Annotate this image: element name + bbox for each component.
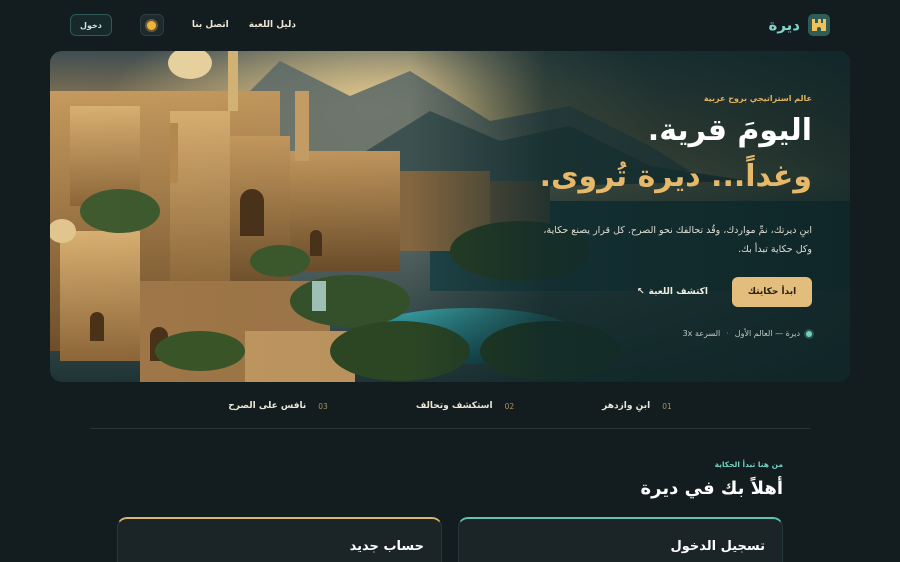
world-name: ديرة — العالم الأول <box>734 329 800 338</box>
world-speed: السرعة 3x <box>682 329 721 338</box>
status-dot-icon <box>806 330 812 337</box>
nav-link-contact[interactable]: اتصل بنا <box>192 20 229 30</box>
step-label: نافس على الصرح <box>228 401 307 411</box>
new-account-card-title: حساب جديد <box>349 539 424 554</box>
hero-banner: عالم استراتيجي بروح عربية اليومَ قرية. و… <box>50 51 850 382</box>
nav-link-game-guide[interactable]: دليل اللعبة <box>249 20 296 30</box>
nav-links: دليل اللعبة اتصل بنا <box>192 20 296 30</box>
sun-icon <box>147 20 157 30</box>
hero-meta: ديرة — العالم الأول · السرعة 3x <box>683 329 812 338</box>
feature-steps: 01 ابنِ وازدهر 02 استكشف وتحالف 03 نافس … <box>90 398 810 414</box>
theme-toggle-button[interactable] <box>139 14 164 36</box>
hero-cta-row: ابدأ حكايتك اكتشف اللعبة ↖ <box>637 277 812 307</box>
discover-game-link[interactable]: اكتشف اللعبة ↖ <box>637 287 708 297</box>
hero-description: ابنِ ديرتك، نمِّ مواردك، وقُد تحالفك نحو… <box>543 225 812 255</box>
welcome-title: أهلاً بك في ديرة <box>640 478 783 499</box>
welcome-eyebrow: من هنا تبدأ الحكاية <box>714 460 783 469</box>
arrow-up-left-icon: ↖ <box>637 287 645 297</box>
new-account-card: حساب جديد <box>117 517 442 562</box>
meta-separator: · <box>726 329 729 338</box>
brand[interactable]: ديرة <box>768 14 830 36</box>
discover-game-label: اكتشف اللعبة <box>648 287 708 297</box>
login-card: تسجيل الدخول <box>458 517 783 562</box>
nav-left-group: دخول دليل اللعبة اتصل بنا <box>70 14 296 36</box>
login-button[interactable]: دخول <box>70 14 112 36</box>
hero-eyebrow: عالم استراتيجي بروح عربية <box>703 94 812 103</box>
step-item: 01 ابنِ وازدهر <box>602 398 672 414</box>
step-label: ابنِ وازدهر <box>602 401 651 411</box>
step-number: 01 <box>662 401 672 411</box>
hero-headline-line1: اليومَ قرية. <box>647 113 812 148</box>
hero-headline-line2: وغداً... ديرة تُروى. <box>539 159 812 194</box>
hero-content: عالم استراتيجي بروح عربية اليومَ قرية. و… <box>512 51 812 382</box>
section-divider <box>90 428 810 429</box>
page: دخول دليل اللعبة اتصل بنا ديرة عالم استر… <box>0 0 900 562</box>
step-item: 02 استكشف وتحالف <box>416 398 514 414</box>
login-card-title: تسجيل الدخول <box>670 539 765 554</box>
start-story-button[interactable]: ابدأ حكايتك <box>732 277 812 307</box>
step-item: 03 نافس على الصرح <box>228 398 328 414</box>
step-number: 02 <box>504 401 515 411</box>
top-navigation: دخول دليل اللعبة اتصل بنا ديرة <box>70 10 830 40</box>
castle-logo-icon <box>808 14 830 36</box>
step-number: 03 <box>318 401 328 411</box>
brand-name: ديرة <box>768 16 800 34</box>
step-label: استكشف وتحالف <box>415 401 493 411</box>
